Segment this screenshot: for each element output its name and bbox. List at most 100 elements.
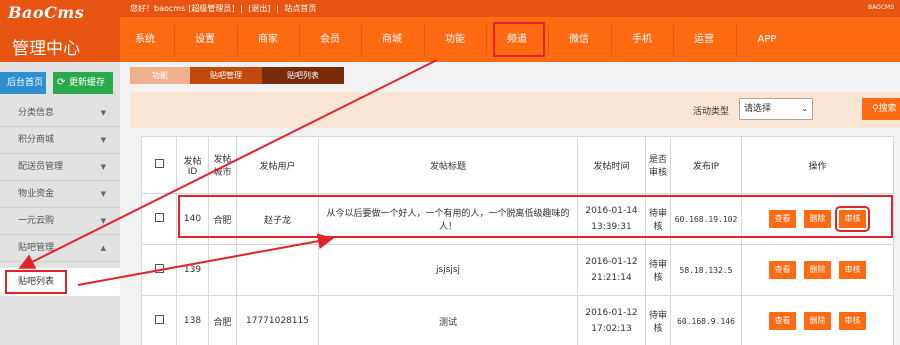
greeting-text: 您好！baocms	[130, 4, 186, 13]
sidebar-item[interactable]: 分类信息 ▼	[0, 100, 120, 127]
cell-audit-status: 待审核	[645, 244, 671, 296]
cell-time: 2016-01-12 21:21:14	[577, 244, 646, 296]
delete-button[interactable]: 删除	[804, 261, 831, 279]
delete-button[interactable]: 删除	[804, 312, 831, 330]
cell-user	[236, 244, 319, 296]
sidebar-item-label: 贴吧管理	[18, 243, 55, 253]
cell-id: 140	[176, 193, 209, 245]
select-all-cell	[141, 136, 177, 194]
view-button[interactable]: 查看	[769, 210, 796, 228]
header-time: 发帖时间	[577, 136, 646, 194]
cell-title: jsjsjsj	[318, 244, 578, 296]
cell-title: 从今以后要做一个好人，一个有用的人，一个脱离低级趣味的人！	[318, 193, 578, 245]
table-row: 139 jsjsjsj 2016-01-12 21:21:14 待审核 58.18.132…	[141, 244, 894, 296]
cell-title: 测试	[318, 295, 578, 345]
cell-time: 2016-01-12 17:02:13	[577, 295, 646, 345]
top-links: 您好！baocms [超级管理员] | [退出] | 站点首页	[130, 3, 319, 14]
cell-city	[208, 244, 237, 296]
cell-audit-status: 待审核	[645, 295, 671, 345]
admin-home-label: 后台首页	[6, 78, 43, 88]
nav-separator	[548, 25, 549, 55]
search-button[interactable]: ⚲搜索	[862, 98, 900, 120]
cell-id: 139	[176, 244, 209, 296]
row-checkbox[interactable]	[154, 315, 164, 324]
nav-item[interactable]: APP	[742, 17, 792, 62]
audit-button[interactable]: 审核	[839, 312, 866, 330]
header-city: 发帖城市	[208, 136, 237, 194]
audit-button[interactable]: 审核	[835, 206, 870, 232]
breadcrumb-item[interactable]: 功能	[130, 67, 190, 84]
sidebar-item-label: 物业资金	[18, 189, 55, 199]
role-text: [超级管理员]	[188, 4, 235, 13]
sidebar-highlight-box	[5, 270, 67, 294]
header-audited: 是否审核	[645, 136, 671, 194]
nav-item[interactable]: 手机	[617, 17, 667, 62]
cell-city: 合肥	[208, 193, 237, 245]
chevron-up-icon: ▲	[100, 244, 106, 252]
nav-item[interactable]: 功能	[430, 17, 480, 62]
activity-type-label: 活动类型	[693, 107, 730, 117]
filter-bar: 活动类型 请选择 ⌄ ⚲搜索	[130, 92, 900, 128]
nav-item[interactable]: 运营	[679, 17, 729, 62]
cell-user: 赵子龙	[236, 193, 319, 245]
view-button[interactable]: 查看	[769, 261, 796, 279]
cell-clock: 17:02:13	[591, 324, 632, 334]
sidebar-item-label: 分类信息	[18, 108, 55, 118]
nav-separator	[736, 25, 737, 55]
activity-type-select[interactable]: 请选择 ⌄	[739, 98, 813, 120]
logo[interactable]: BaoCms 管理中心	[0, 0, 120, 62]
admin-home-button[interactable]: 后台首页	[0, 72, 46, 94]
logo-text-en: BaoCms	[8, 3, 85, 22]
top-right-brand: BAOCMS	[867, 4, 894, 11]
cell-time: 2016-01-14 13:39:31	[577, 193, 646, 245]
nav-item[interactable]: 系统	[120, 17, 170, 62]
cell-ops: 查看 删除 审核	[741, 244, 894, 296]
cell-audit-status: 待审核	[645, 193, 671, 245]
table-header-row: 发帖ID 发帖城市 发帖用户 发帖标题 发帖时间 是否审核 发布IP 操作	[141, 136, 894, 194]
header-id: 发帖ID	[176, 136, 209, 194]
view-button[interactable]: 查看	[769, 312, 796, 330]
row-checkbox[interactable]	[154, 264, 164, 273]
audit-button[interactable]: 审核	[839, 261, 866, 279]
sidebar-item[interactable]: 配送员管理 ▼	[0, 154, 120, 181]
cell-id: 138	[176, 295, 209, 345]
nav-separator	[673, 25, 674, 55]
refresh-icon: ⟳	[57, 77, 66, 88]
sidebar-item[interactable]: 积分商城 ▼	[0, 127, 120, 154]
cell-ops: 查看 删除 审核	[741, 193, 894, 245]
nav-separator	[237, 25, 238, 55]
search-icon: ⚲	[872, 104, 879, 114]
sidebar-item[interactable]: 物业资金 ▼	[0, 181, 120, 208]
nav-item[interactable]: 商家	[243, 17, 293, 62]
search-label: 搜索	[878, 104, 897, 114]
row-checkbox[interactable]	[154, 213, 164, 222]
nav-item[interactable]: 设置	[180, 17, 230, 62]
select-all-checkbox[interactable]	[154, 159, 164, 168]
nav-item[interactable]: 商城	[367, 17, 417, 62]
sidebar-menu: 分类信息 ▼ 积分商城 ▼ 配送员管理 ▼ 物业资金 ▼ 一元云购 ▼ 贴吧管理 ▲	[0, 100, 120, 262]
delete-button[interactable]: 删除	[804, 210, 831, 228]
nav-separator	[424, 25, 425, 55]
nav-item[interactable]: 微信	[554, 17, 604, 62]
refresh-cache-label: 更新缓存	[69, 78, 106, 88]
cell-clock: 21:21:14	[591, 273, 632, 283]
breadcrumb-item[interactable]: 贴吧管理	[190, 67, 262, 84]
cell-date: 2016-01-14	[585, 206, 638, 216]
sidebar-item[interactable]: 贴吧管理 ▲	[0, 235, 120, 262]
chevron-down-icon: ▼	[100, 190, 106, 198]
refresh-cache-button[interactable]: ⟳ 更新缓存	[53, 72, 113, 94]
row-select-cell	[141, 244, 177, 296]
sidebar-item[interactable]: 一元云购 ▼	[0, 208, 120, 235]
header-ops: 操作	[741, 136, 894, 194]
post-table: 发帖ID 发帖城市 发帖用户 发帖标题 发帖时间 是否审核 发布IP 操作 14…	[141, 136, 894, 345]
logout-link[interactable]: [退出]	[248, 4, 270, 13]
sidebar-item-label: 积分商城	[18, 135, 55, 145]
cell-date: 2016-01-12	[585, 257, 638, 267]
select-value: 请选择	[744, 104, 772, 114]
header-ip: 发布IP	[670, 136, 742, 194]
site-home-link[interactable]: 站点首页	[284, 4, 316, 13]
separator: |	[276, 4, 279, 13]
cell-date: 2016-01-12	[585, 308, 638, 318]
chevron-down-icon: ▼	[100, 217, 106, 225]
nav-item[interactable]: 会员	[305, 17, 355, 62]
